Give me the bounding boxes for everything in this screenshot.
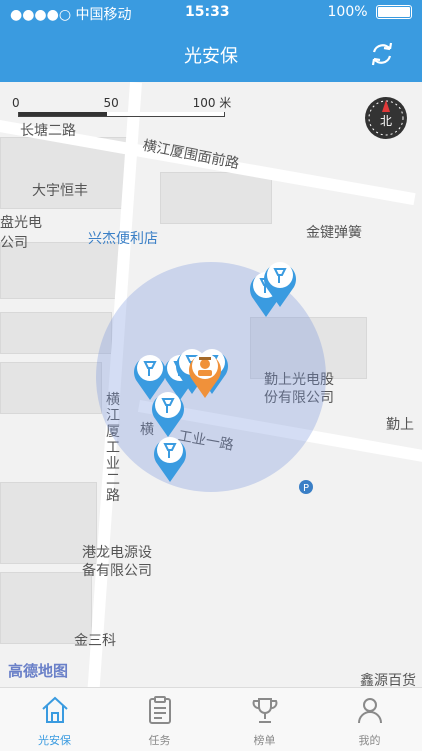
map-label: 金三科: [74, 633, 116, 649]
tab-ranking[interactable]: 榜单: [212, 688, 317, 751]
map-label: 盘光电: [0, 215, 42, 231]
battery-status: 100%: [328, 4, 412, 20]
map-label: 金键弹簧: [306, 225, 362, 241]
scale-bar: [18, 112, 225, 117]
map-block: [0, 312, 112, 354]
compass-label: 北: [380, 114, 392, 128]
map-block: [160, 172, 272, 224]
page-title: 光安保: [184, 46, 238, 67]
nav-bar: 光安保: [0, 26, 422, 82]
scale-100: 100 米: [192, 96, 232, 110]
scale-bar-segment: [19, 112, 107, 116]
trophy-icon: [252, 698, 277, 723]
scale-50: 50: [103, 96, 119, 110]
compass-icon[interactable]: 北: [364, 96, 408, 140]
tab-label: 我的: [358, 734, 381, 747]
tab-label: 榜单: [253, 734, 276, 747]
map-label: 港龙电源设: [82, 545, 152, 561]
clock: 15:33: [185, 4, 230, 20]
tab-me[interactable]: 我的: [317, 688, 422, 751]
parking-icon: P: [299, 480, 313, 494]
user-icon: [357, 698, 382, 724]
refresh-icon[interactable]: [368, 40, 396, 68]
status-bar: ●●●●○ 中国移动 15:33 100%: [0, 0, 422, 26]
map-label: 横江厦围面前路: [141, 137, 241, 173]
battery-icon: [376, 5, 412, 19]
lamp-pin[interactable]: [260, 257, 300, 309]
map-label: 备有限公司: [82, 563, 152, 579]
home-icon: [41, 696, 68, 723]
map-logo: 高德地图: [8, 662, 69, 680]
scale-0: 0: [12, 96, 20, 110]
tab-home[interactable]: 光安保: [2, 688, 107, 751]
map-label: 勤上: [386, 417, 414, 433]
tab-label: 任务: [148, 734, 171, 747]
battery-percent: 100%: [327, 4, 368, 20]
map-label: 公司: [0, 235, 28, 251]
poi-store[interactable]: 兴杰便利店: [88, 228, 158, 248]
map-label: 长塘二路: [20, 123, 76, 139]
guard-pin[interactable]: [185, 348, 225, 400]
clipboard-icon: [148, 696, 171, 724]
lamp-pin[interactable]: [150, 432, 190, 484]
map-label: 大宇恒丰: [32, 183, 88, 199]
map-label: 鑫源百货: [360, 673, 416, 687]
map-view[interactable]: 0 50 100 米 北 长塘二路 横江厦围面前路 大宇恒丰 盘光电 公司 兴杰…: [0, 82, 422, 687]
map-scale: 0 50 100 米: [12, 94, 231, 111]
svg-text:P: P: [303, 483, 309, 494]
tab-label: 光安保: [38, 734, 71, 747]
tab-bar: 光安保 任务 榜单 我的: [0, 687, 422, 751]
carrier-label: ●●●●○ 中国移动: [10, 7, 132, 23]
tab-tasks[interactable]: 任务: [107, 688, 212, 751]
map-block: [0, 362, 102, 414]
